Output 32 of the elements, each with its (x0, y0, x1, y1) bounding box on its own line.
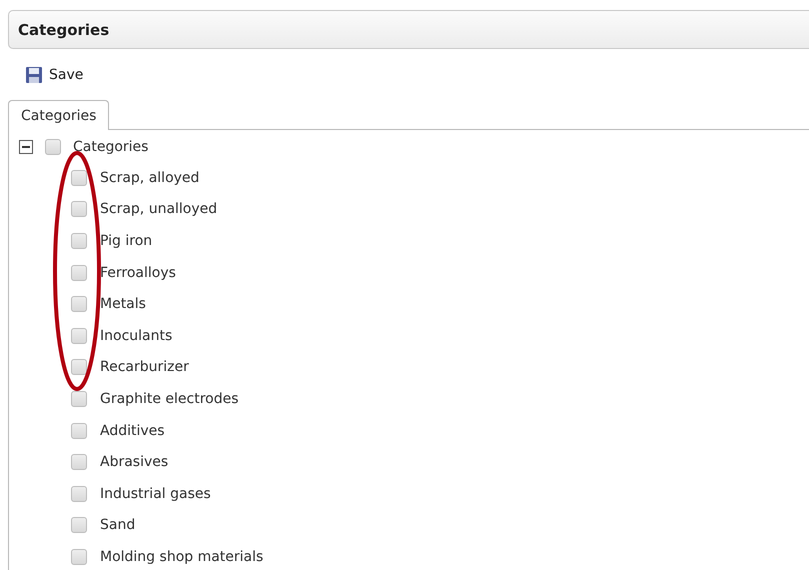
checkbox[interactable] (71, 486, 87, 502)
tree-item[interactable]: Industrial gases (100, 486, 211, 502)
checkbox[interactable] (71, 296, 87, 312)
checkbox[interactable] (71, 548, 87, 565)
checkbox[interactable] (45, 139, 61, 155)
tree-item[interactable]: Categories (73, 139, 148, 155)
checkbox[interactable] (71, 201, 87, 218)
checkbox[interactable] (71, 422, 87, 439)
tree-item[interactable]: Metals (100, 296, 146, 312)
checkbox[interactable] (71, 264, 87, 281)
collapse-icon[interactable] (19, 140, 33, 154)
tree-item[interactable]: Abrasives (100, 454, 168, 470)
checkbox[interactable] (71, 359, 87, 376)
checkbox[interactable] (71, 170, 87, 186)
tree-item[interactable]: Pig iron (100, 232, 152, 249)
tree-item[interactable]: Scrap, unalloyed (100, 201, 218, 218)
checkbox[interactable] (71, 328, 87, 344)
checkbox[interactable] (71, 454, 87, 470)
checkbox[interactable] (71, 232, 87, 249)
tree-item[interactable]: Ferroalloys (100, 264, 176, 281)
tree-item[interactable]: Graphite electrodes (100, 390, 238, 407)
tree-item[interactable]: Inoculants (100, 328, 172, 344)
tree-item[interactable]: Additives (100, 422, 165, 439)
tree-item[interactable]: Scrap, alloyed (100, 170, 200, 186)
checkbox[interactable] (71, 517, 87, 534)
tree-item[interactable]: Sand (100, 517, 136, 534)
tree-item[interactable]: Recarburizer (100, 359, 189, 376)
save-button[interactable]: Save (25, 63, 84, 87)
tab[interactable]: Categories (8, 100, 110, 130)
checkbox[interactable] (71, 390, 87, 407)
panel-title: Categories (18, 20, 110, 38)
tree-item[interactable]: Molding shop materials (100, 548, 264, 565)
